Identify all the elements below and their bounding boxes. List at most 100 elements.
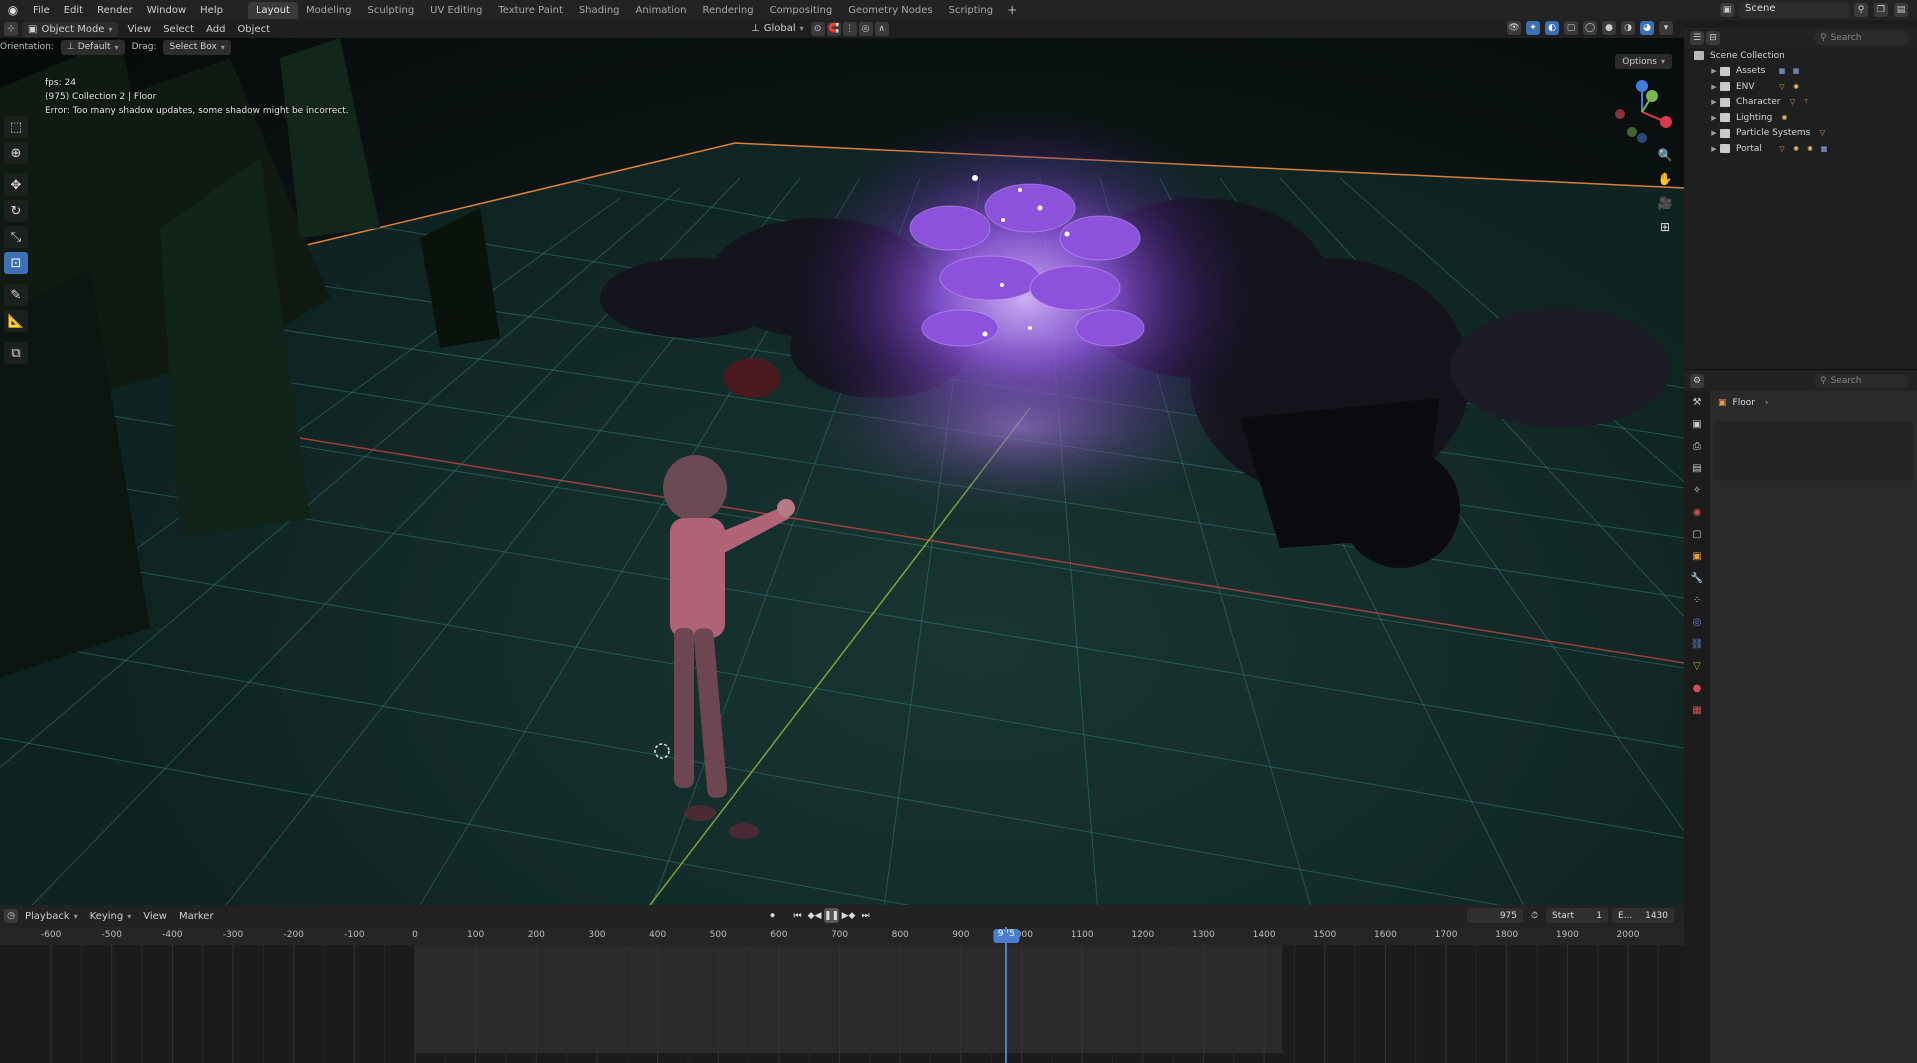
scale-icon[interactable]: ⤡ <box>4 226 28 248</box>
tab-compositing[interactable]: Compositing <box>762 2 841 19</box>
menu-keying[interactable]: Keying ▾ <box>84 909 138 924</box>
pivot-icon[interactable]: ⊙ <box>810 21 825 36</box>
particles-tab-icon[interactable]: ⁘ <box>1684 589 1710 611</box>
material-tab-icon[interactable]: ● <box>1684 677 1710 699</box>
menu-marker[interactable]: Marker <box>173 909 220 924</box>
transform-icon[interactable]: ⊡ <box>4 252 28 274</box>
add-workspace-button[interactable]: + <box>1001 3 1023 17</box>
gizmo-toggle-icon[interactable]: ✦ <box>1526 21 1540 35</box>
cursor-icon[interactable]: ⊕ <box>4 142 28 164</box>
timeline-ruler[interactable]: -600 -500 -400 -300 -200 -100 0 100 200 300 400 500… <box>0 927 1684 945</box>
move-icon[interactable]: ✥ <box>4 174 28 196</box>
zoom-icon[interactable]: 🔍 <box>1656 146 1674 164</box>
orientation-dropdown[interactable]: ⊥ Global ▾ <box>745 21 810 36</box>
playhead[interactable] <box>1005 927 1008 1063</box>
collection-row-assets[interactable]: ▶ Assets ▦ ▦ <box>1684 64 1917 80</box>
data-tab-icon[interactable]: ▽ <box>1684 655 1710 677</box>
physics-tab-icon[interactable]: ◎ <box>1684 611 1710 633</box>
timeline-track-area[interactable] <box>0 945 1684 1063</box>
tab-sculpting[interactable]: Sculpting <box>359 2 422 19</box>
expand-arrow-icon[interactable]: ▶ <box>1708 83 1720 91</box>
blender-logo-icon[interactable]: ◉ <box>4 1 22 19</box>
jump-keyframe-back-icon[interactable]: ◆◀ <box>807 908 822 923</box>
display-mode-icon[interactable]: ⊟ <box>1706 31 1720 45</box>
texture-tab-icon[interactable]: ▦ <box>1684 699 1710 721</box>
start-frame-field[interactable]: Start 1 <box>1546 908 1608 923</box>
snap-target-icon[interactable]: ⋮ <box>842 21 857 36</box>
tab-shading[interactable]: Shading <box>571 2 628 19</box>
collection-row-character[interactable]: ▶ Character ▽ ⚚ <box>1684 95 1917 111</box>
pan-hand-icon[interactable]: ✋ <box>1656 170 1674 188</box>
menu-render[interactable]: Render <box>90 5 140 16</box>
tab-modeling[interactable]: Modeling <box>298 2 360 19</box>
collection-row-lighting[interactable]: ▶ Lighting ✺ <box>1684 110 1917 126</box>
constraints-tab-icon[interactable]: ⛓ <box>1684 633 1710 655</box>
tool-tab-icon[interactable]: ⚒ <box>1684 391 1710 413</box>
expand-arrow-icon[interactable]: ▶ <box>1708 67 1720 75</box>
menu-object[interactable]: Object <box>231 22 276 37</box>
world-tab-icon[interactable]: ◉ <box>1684 501 1710 523</box>
mode-dropdown[interactable]: ▣ Object Mode ▾ <box>22 21 119 37</box>
falloff-icon[interactable]: ∧ <box>874 21 889 36</box>
select-box-icon[interactable]: ⬚ <box>4 116 28 138</box>
menu-edit[interactable]: Edit <box>57 5 90 16</box>
options-dropdown[interactable]: Options ▾ <box>1615 54 1672 69</box>
shading-options-icon[interactable]: ▾ <box>1659 21 1673 35</box>
outliner-search-input[interactable]: ⚲ Search <box>1814 31 1909 45</box>
current-frame-field[interactable]: 975 <box>1467 908 1523 923</box>
scene-collection-row[interactable]: Scene Collection <box>1684 48 1917 64</box>
menu-file[interactable]: File <box>26 5 57 16</box>
expand-arrow-icon[interactable]: ▶ <box>1708 129 1720 137</box>
tab-texture-paint[interactable]: Texture Paint <box>490 2 571 19</box>
tab-scripting[interactable]: Scripting <box>941 2 1001 19</box>
add-cube-icon[interactable]: ⧉ <box>4 342 28 364</box>
rotate-icon[interactable]: ↻ <box>4 200 28 222</box>
menu-help[interactable]: Help <box>193 5 230 16</box>
proportional-edit-icon[interactable]: ◎ <box>858 21 873 36</box>
tab-animation[interactable]: Animation <box>628 2 695 19</box>
pin-icon[interactable]: ⚲ <box>1854 3 1868 17</box>
properties-editor-icon[interactable]: ⚙ <box>1690 373 1704 388</box>
outliner-editor-icon[interactable]: ☰ <box>1690 31 1704 45</box>
menu-select[interactable]: Select <box>157 22 200 37</box>
auto-key-icon[interactable]: ⏺ <box>765 908 780 923</box>
render-tab-icon[interactable]: ▣ <box>1684 413 1710 435</box>
tab-uv-editing[interactable]: UV Editing <box>422 2 490 19</box>
tab-layout[interactable]: Layout <box>247 1 298 19</box>
rendered-shading-icon[interactable]: ◕ <box>1640 21 1654 35</box>
wireframe-shading-icon[interactable]: ◯ <box>1583 21 1597 35</box>
timeline-editor-icon[interactable]: ◷ <box>4 909 18 923</box>
drag-dropdown[interactable]: Select Box ▾ <box>163 39 231 55</box>
scene-icon[interactable]: ▣ <box>1720 3 1734 17</box>
object-tab-icon[interactable]: ▣ <box>1684 545 1710 567</box>
menu-playback[interactable]: Playback ▾ <box>19 909 84 924</box>
collection-tab-icon[interactable]: ▢ <box>1684 523 1710 545</box>
menu-add[interactable]: Add <box>200 22 231 37</box>
new-scene-icon[interactable]: ❐ <box>1874 3 1888 17</box>
tab-geometry-nodes[interactable]: Geometry Nodes <box>840 2 940 19</box>
expand-arrow-icon[interactable]: ▶ <box>1708 114 1720 122</box>
tab-rendering[interactable]: Rendering <box>694 2 761 19</box>
snap-icon[interactable]: 🧲 <box>826 21 841 36</box>
collection-row-env[interactable]: ▶ ENV ▽ ✺ <box>1684 79 1917 95</box>
collection-row-particle-systems[interactable]: ▶ Particle Systems ▽ <box>1684 126 1917 142</box>
solid-shading-icon[interactable]: ● <box>1602 21 1616 35</box>
menu-window[interactable]: Window <box>140 5 193 16</box>
output-tab-icon[interactable]: ⎙ <box>1684 435 1710 457</box>
menu-timeline-view[interactable]: View <box>137 909 173 924</box>
jump-end-icon[interactable]: ⏭ <box>858 908 873 923</box>
menu-view[interactable]: View <box>121 22 157 37</box>
annotate-icon[interactable]: ✎ <box>4 284 28 306</box>
view-layer-tab-icon[interactable]: ▤ <box>1684 457 1710 479</box>
overlay-toggle-icon[interactable]: ◐ <box>1545 21 1559 35</box>
scene-tab-icon[interactable]: ✧ <box>1684 479 1710 501</box>
expand-arrow-icon[interactable]: ▶ <box>1708 145 1720 153</box>
expand-arrow-icon[interactable]: ▶ <box>1708 98 1720 106</box>
properties-search-input[interactable]: ⚲ Search <box>1814 373 1909 388</box>
xray-icon[interactable]: ▢ <box>1564 21 1578 35</box>
visibility-icon[interactable]: 👁 <box>1507 21 1521 35</box>
material-shading-icon[interactable]: ◑ <box>1621 21 1635 35</box>
editor-type-icon[interactable]: ⊹ <box>4 22 18 36</box>
view-layer-icon[interactable]: ▤ <box>1894 3 1908 17</box>
measure-icon[interactable]: 📐 <box>4 310 28 332</box>
